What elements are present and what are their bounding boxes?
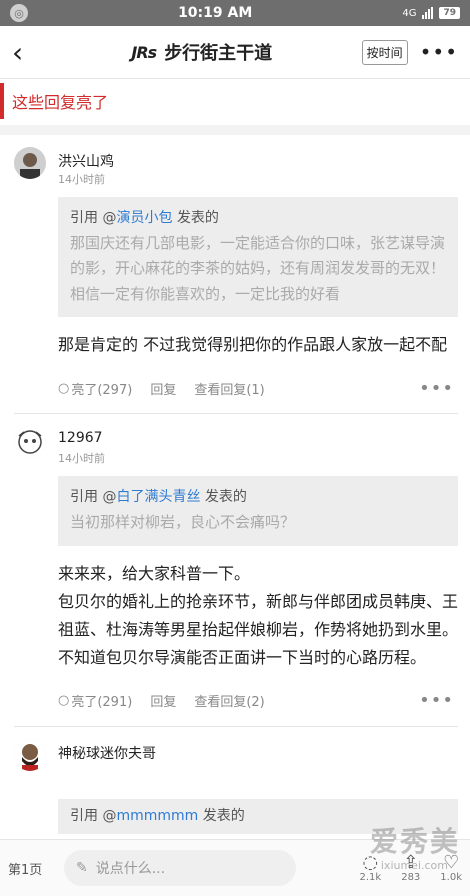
watermark: 爱秀美 [369, 825, 460, 858]
reply-placeholder: 说点什么... [95, 861, 166, 877]
jrs-logo: JRs [131, 42, 157, 62]
quote-header: 引用 @白了满头青丝 发表的 [70, 486, 446, 510]
post-actions: ○ 亮了(297) 回复 查看回复(1) ••• [58, 373, 458, 403]
share-count: 283 [401, 871, 421, 883]
username[interactable]: 洪兴山鸡 [58, 151, 114, 171]
lightbulb-icon: ○ [58, 380, 70, 396]
reply-button[interactable]: 回复 [150, 691, 176, 710]
status-indicators: 4G 79 [402, 7, 460, 19]
comment-count: 2.1k [359, 871, 382, 883]
like-button[interactable]: ○ 亮了(291) [58, 691, 132, 710]
like-button[interactable]: ○ 亮了(297) [58, 379, 132, 398]
watermark-url: ixiumei.com [380, 859, 448, 872]
avatar[interactable] [14, 426, 46, 459]
reply-post: 洪兴山鸡 14小时前 引用 @演员小包 发表的 那国庆还有几部电影，一定能适合你… [0, 135, 470, 415]
back-button[interactable]: ‹ [12, 36, 42, 69]
quote-suffix: 发表的 [200, 489, 247, 506]
post-header: 神秘球迷你夫哥 [14, 738, 458, 771]
view-replies-button[interactable]: 查看回复(1) [194, 379, 264, 398]
post-more-icon[interactable]: ••• [419, 378, 454, 399]
notification-icon: ◎ [10, 4, 28, 22]
like-thread-count: 1.0k [440, 871, 462, 883]
quote-header: 引用 @演员小包 发表的 [70, 207, 446, 231]
reply-post: 神秘球迷你夫哥 引用 @mmmmmm 发表的 [0, 727, 470, 835]
quoted-user-link[interactable]: 演员小包 [116, 210, 172, 226]
page-indicator[interactable]: 第1页 [8, 859, 64, 878]
sort-by-time-button[interactable]: 按时间 [361, 39, 408, 65]
post-time: 14小时前 [58, 452, 105, 466]
status-bar: ◎ 10:19 AM 4G 79 [0, 0, 470, 26]
edit-icon: ✎ [76, 860, 88, 876]
post-more-icon[interactable]: ••• [419, 690, 454, 711]
nav-title: JRs 步行街主干道 [131, 39, 272, 65]
quote-suffix: 发表的 [198, 807, 245, 824]
avatar[interactable] [14, 738, 46, 771]
username[interactable]: 12967 [58, 430, 103, 446]
lightbulb-icon: ○ [58, 693, 70, 709]
nav-actions: 按时间 ••• [361, 39, 458, 65]
network-label: 4G [402, 7, 417, 19]
quoted-user-link[interactable]: mmmmmm [116, 808, 198, 824]
body-line: 包贝尔的婚礼上的抢亲环节，新郎与伴郎团成员韩庚、王祖蓝、杜海涛等男星抬起伴娘柳岩… [58, 591, 459, 639]
top-nav: ‹ JRs 步行街主干道 按时间 ••• [0, 26, 470, 79]
quote-prefix: 引用 @ [70, 807, 117, 824]
section-divider [0, 125, 470, 135]
reply-input[interactable]: ✎ 说点什么... [64, 850, 296, 886]
quoted-post: 引用 @白了满头青丝 发表的 当初那样对柳岩，良心不会痛吗？ [58, 476, 458, 546]
view-replies-button[interactable]: 查看回复(2) [194, 691, 264, 710]
quote-suffix: 发表的 [172, 210, 219, 226]
quoted-post: 引用 @演员小包 发表的 那国庆还有几部电影，一定能适合你的口味，张艺谋导演的影… [58, 197, 458, 318]
avatar[interactable] [14, 147, 46, 179]
quote-text: 那国庆还有几部电影，一定能适合你的口味，张艺谋导演的影，开心麻花的李茶的姑妈，还… [70, 233, 446, 303]
battery-icon: 79 [439, 7, 460, 19]
reply-post: 12967 14小时前 引用 @白了满头青丝 发表的 当初那样对柳岩，良心不会痛… [0, 414, 470, 727]
post-time: 14小时前 [58, 173, 105, 186]
username[interactable]: 神秘球迷你夫哥 [58, 743, 156, 763]
quote-text: 当初那样对柳岩，良心不会痛吗？ [70, 513, 296, 532]
like-count: 亮了(297) [71, 382, 133, 398]
post-actions: ○ 亮了(291) 回复 查看回复(2) ••• [58, 686, 458, 716]
board-title: 步行街主干道 [164, 43, 273, 64]
reply-body: 来来来，给大家科普一下。 包贝尔的婚礼上的抢亲环节，新郎与伴郎团成员韩庚、王祖蓝… [58, 560, 458, 672]
highlighted-replies-header: 这些回复亮了 [0, 83, 470, 119]
reply-body: 那是肯定的 不过我觉得别把你的作品跟人家放一起不配 [58, 335, 448, 355]
body-line: 不知道包贝尔导演能否正面讲一下当时的心路历程。 [58, 647, 427, 667]
like-count: 亮了(291) [71, 695, 133, 711]
quoted-user-link[interactable]: 白了满头青丝 [116, 489, 200, 505]
more-icon[interactable]: ••• [420, 42, 458, 62]
signal-icon [422, 7, 434, 19]
quote-prefix: 引用 @ [70, 489, 117, 506]
reply-button[interactable]: 回复 [150, 379, 176, 398]
body-line: 来来来，给大家科普一下。 [58, 563, 251, 583]
quote-prefix: 引用 @ [70, 210, 117, 226]
status-time: 10:19 AM [178, 5, 253, 21]
